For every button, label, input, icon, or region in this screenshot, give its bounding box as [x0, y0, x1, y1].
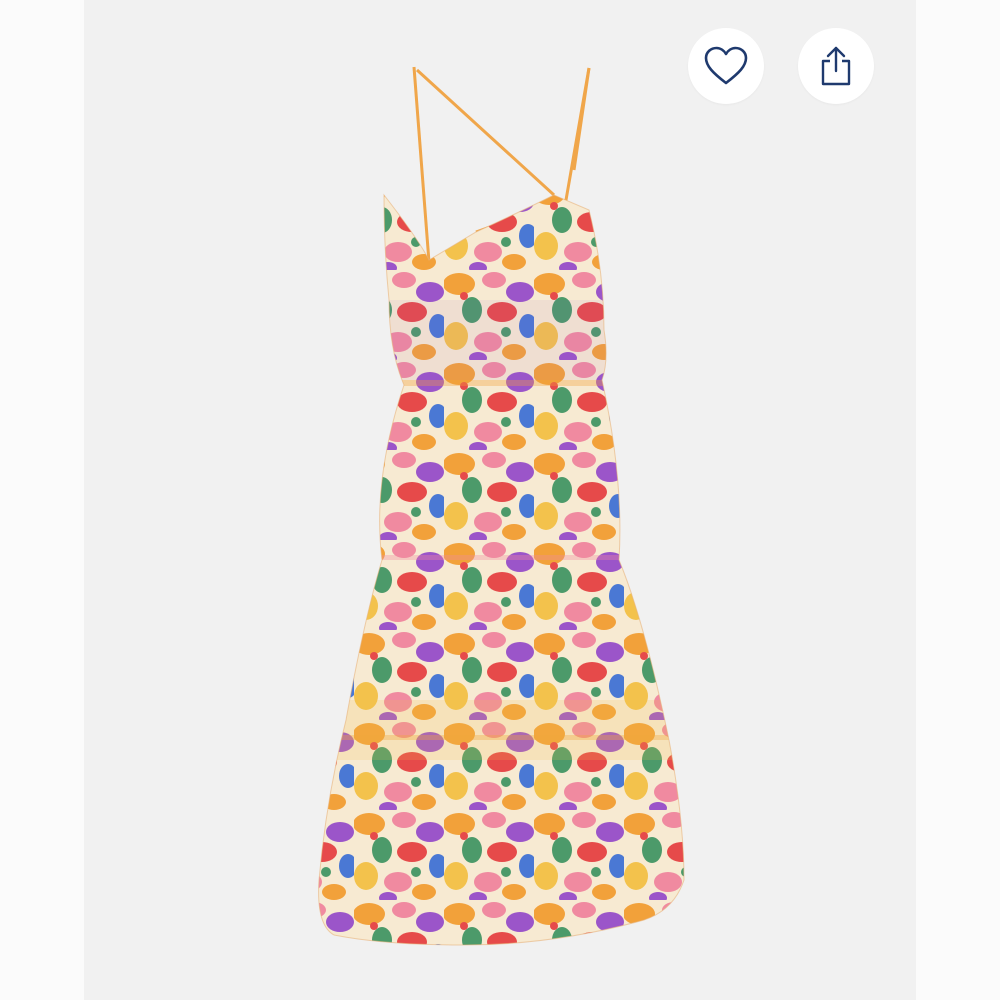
page-frame: [0, 0, 1000, 1000]
share-button[interactable]: [798, 28, 874, 104]
share-upload-icon: [819, 45, 853, 87]
product-image[interactable]: [84, 0, 916, 1000]
favorite-button[interactable]: [688, 28, 764, 104]
floral-dress-image: [318, 66, 685, 946]
heart-outline-icon: [703, 46, 749, 86]
